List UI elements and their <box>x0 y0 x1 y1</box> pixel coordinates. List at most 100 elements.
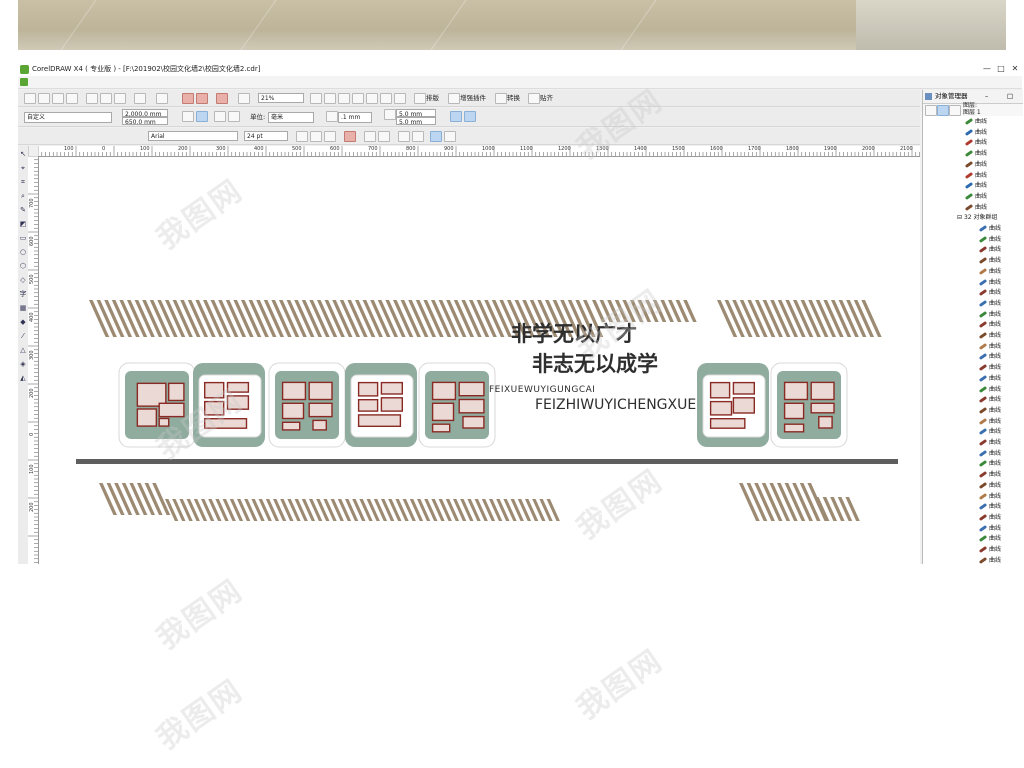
font-family-select[interactable]: Arial <box>148 131 238 141</box>
paper-preset-select[interactable]: 自定义 <box>24 112 112 123</box>
vertical-text-icon[interactable] <box>444 131 456 142</box>
welcome-icon[interactable] <box>238 93 250 104</box>
import-icon[interactable] <box>182 93 194 104</box>
cut-icon[interactable] <box>86 93 98 104</box>
minimize-button[interactable]: — <box>980 62 994 76</box>
tree-item-curve[interactable]: 曲线 <box>964 118 987 126</box>
drop-cap-icon[interactable] <box>378 131 390 142</box>
copy-icon[interactable] <box>100 93 112 104</box>
crop-tool-icon[interactable]: ⌗ <box>19 178 27 186</box>
tree-item-curve[interactable]: 曲线 <box>978 481 1001 490</box>
tree-item-curve[interactable]: 曲线 <box>978 545 1001 554</box>
tree-item-curve[interactable]: 曲线 <box>978 342 1001 351</box>
tree-item-curve[interactable]: 曲线 <box>978 556 1001 564</box>
tree-item-curve[interactable]: 曲线 <box>964 182 987 190</box>
horizontal-text-icon[interactable] <box>430 131 442 142</box>
tree-item-curve[interactable]: 曲线 <box>978 257 1001 265</box>
tree-item-curve[interactable]: 曲线 <box>978 267 1001 276</box>
interactive-blend-icon[interactable]: ◆ <box>19 318 27 326</box>
layer-name[interactable]: 图层 1 <box>963 109 981 117</box>
tree-item-curve[interactable]: 曲线 <box>978 428 1001 436</box>
zoom-selected-icon[interactable] <box>338 93 350 104</box>
vertical-ruler[interactable]: 700 600 500 400 300 200 0 100 200 <box>28 156 39 564</box>
tree-item-curve[interactable]: 曲线 <box>978 535 1001 543</box>
layout-icon[interactable] <box>414 93 426 104</box>
tree-item-curve[interactable]: 曲线 <box>978 438 1001 447</box>
ellipse-tool-icon[interactable]: ○ <box>19 248 27 256</box>
tree-item-curve[interactable]: 曲线 <box>978 503 1001 511</box>
tree-item-curve[interactable]: 曲线 <box>978 364 1001 372</box>
tree-item-curve[interactable]: 曲线 <box>978 374 1001 383</box>
show-properties-icon[interactable] <box>925 105 937 116</box>
tree-item-curve[interactable]: 曲线 <box>964 192 987 201</box>
fill-tool-icon[interactable]: ◈ <box>19 360 27 368</box>
snap-icon[interactable] <box>528 93 540 104</box>
new-icon[interactable] <box>24 93 36 104</box>
paste-icon[interactable] <box>114 93 126 104</box>
character-format-icon[interactable] <box>398 131 410 142</box>
tree-item-curve[interactable]: 曲线 <box>978 385 1001 394</box>
unit-select[interactable]: 毫米 <box>268 112 314 123</box>
undo-icon[interactable] <box>134 93 146 104</box>
landscape-icon[interactable] <box>196 111 208 122</box>
tree-item-curve[interactable]: 曲线 <box>978 321 1001 329</box>
zoom-height-icon[interactable] <box>394 93 406 104</box>
layer-manager-icon[interactable] <box>949 105 961 116</box>
shape-tool-icon[interactable]: ⌖ <box>19 164 27 172</box>
document-icon[interactable] <box>20 78 28 86</box>
tree-item-curve[interactable]: 曲线 <box>978 449 1001 458</box>
smart-fill-icon[interactable]: ◩ <box>19 220 27 228</box>
tree-item-curve[interactable]: 曲线 <box>964 203 987 212</box>
tree-item-curve[interactable]: 曲线 <box>978 289 1001 297</box>
pick-tool-icon[interactable]: ↖ <box>19 150 27 158</box>
layout-button[interactable]: 排版 <box>426 93 439 103</box>
close-button[interactable]: ✕ <box>1008 62 1022 76</box>
tree-item-curve[interactable]: 曲线 <box>978 331 1001 340</box>
rectangle-tool-icon[interactable]: ▭ <box>19 234 27 242</box>
tree-item-curve[interactable]: 曲线 <box>978 417 1001 426</box>
table-tool-icon[interactable]: ▦ <box>19 304 27 312</box>
all-pages-icon[interactable] <box>214 111 226 122</box>
basic-shapes-icon[interactable]: ◇ <box>19 276 27 284</box>
tree-item-group[interactable]: ⊟ 32 对象群组 <box>957 214 997 222</box>
tree-item-curve[interactable]: 曲线 <box>964 139 987 147</box>
tree-item-curve[interactable]: 曲线 <box>964 150 987 158</box>
bullet-icon[interactable] <box>364 131 376 142</box>
tree-item-curve[interactable]: 曲线 <box>978 492 1001 501</box>
options-icon[interactable] <box>464 111 476 122</box>
tree-item-curve[interactable]: 曲线 <box>978 235 1001 244</box>
maximize-button[interactable]: □ <box>994 62 1008 76</box>
tree-item-curve[interactable]: 曲线 <box>978 278 1001 287</box>
zoom-all-icon[interactable] <box>352 93 364 104</box>
plugin-icon[interactable] <box>448 93 460 104</box>
tree-item-curve[interactable]: 曲线 <box>964 171 987 180</box>
app-launcher-icon[interactable] <box>216 93 228 104</box>
duplicate-x-field[interactable]: 5.0 mm <box>396 109 436 118</box>
underline-icon[interactable] <box>324 131 336 142</box>
tree-item-curve[interactable]: 曲线 <box>978 396 1001 404</box>
panel-close-button[interactable]: □ <box>1007 90 1013 103</box>
italic-icon[interactable] <box>310 131 322 142</box>
page-width-field[interactable]: 2,000.0 mm <box>122 109 168 118</box>
zoom-tool-icon[interactable]: ⌕ <box>19 192 27 200</box>
tree-item-curve[interactable]: 曲线 <box>978 471 1001 479</box>
convert-button[interactable]: 转换 <box>507 93 520 103</box>
freehand-tool-icon[interactable]: ✎ <box>19 206 27 214</box>
tree-item-curve[interactable]: 曲线 <box>978 310 1001 319</box>
tree-item-curve[interactable]: 曲线 <box>978 353 1001 361</box>
open-icon[interactable] <box>38 93 50 104</box>
outline-pen-icon[interactable]: △ <box>19 346 27 354</box>
bold-icon[interactable] <box>296 131 308 142</box>
text-tool-icon[interactable]: 字 <box>19 290 27 298</box>
export-icon[interactable] <box>196 93 208 104</box>
edit-text-icon[interactable] <box>412 131 424 142</box>
convert-icon[interactable] <box>495 93 507 104</box>
edit-across-layers-icon[interactable] <box>937 105 949 116</box>
portrait-icon[interactable] <box>182 111 194 122</box>
zoom-out-icon[interactable] <box>324 93 336 104</box>
drawing-canvas[interactable]: 非学无以广才 非志无以成学 FEIXUEWUYIGUNGCAI FEIZHIWU… <box>39 157 920 564</box>
tree-item-curve[interactable]: 曲线 <box>978 524 1001 533</box>
eyedropper-icon[interactable]: ⁄ <box>19 332 27 340</box>
text-color-icon[interactable] <box>344 131 356 142</box>
treat-as-filled-icon[interactable] <box>450 111 462 122</box>
